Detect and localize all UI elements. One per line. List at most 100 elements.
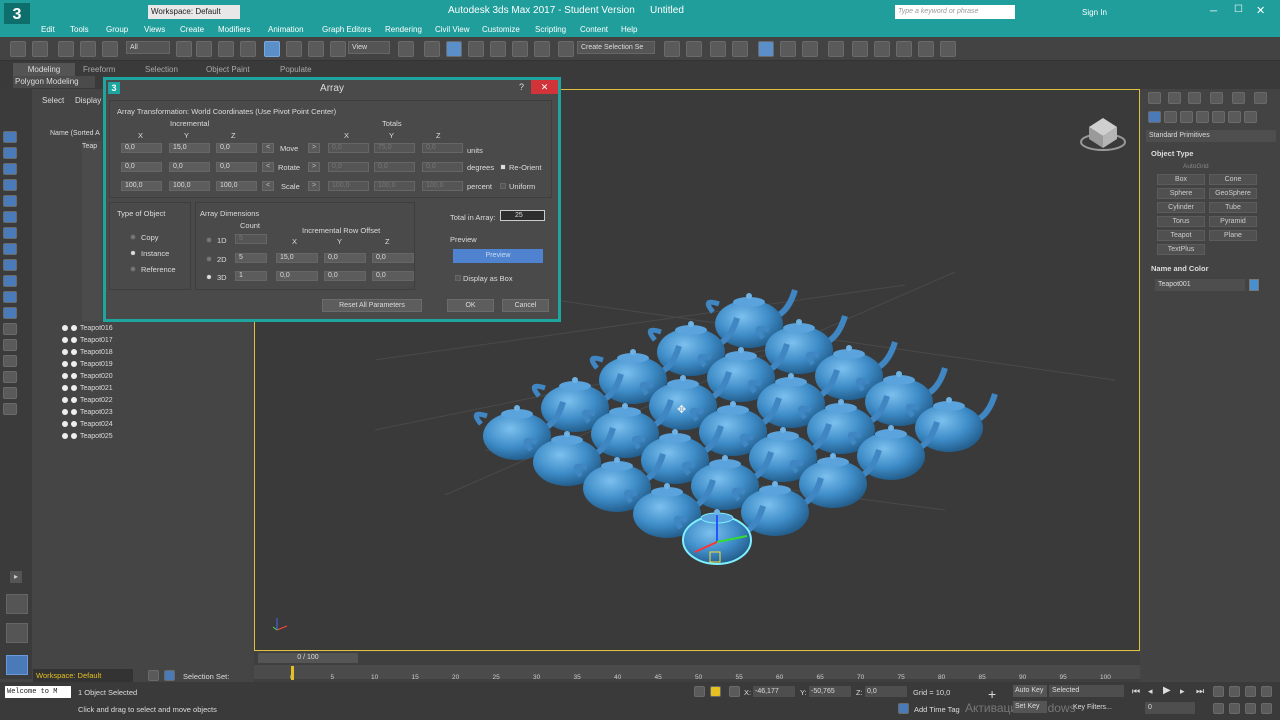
reorient-checkbox[interactable] — [500, 164, 506, 170]
render-toggle-icon[interactable] — [71, 337, 77, 344]
scene-list-item[interactable]: Teapot025 — [62, 431, 250, 443]
edit-named-selection-icon[interactable] — [558, 41, 574, 57]
rotate-left-arrow[interactable]: < — [262, 162, 274, 172]
key-filters-button[interactable]: Key Filters... — [1073, 704, 1112, 711]
scene-list-item[interactable]: Teapot020 — [62, 371, 250, 383]
visibility-eye-icon[interactable] — [62, 397, 68, 404]
dim-2d-radio[interactable] — [206, 256, 212, 262]
signin-link[interactable]: Sign In — [1082, 8, 1107, 17]
goto-end-icon[interactable]: ⏭ — [1196, 686, 1204, 697]
count-3d[interactable]: 1 — [235, 271, 267, 281]
cone-button[interactable]: Cone — [1209, 174, 1257, 185]
viewport-layout-active-icon[interactable] — [6, 655, 28, 675]
move-tot-z[interactable]: 0,0 — [422, 143, 463, 153]
reference-radio[interactable] — [130, 266, 136, 272]
menu-tools[interactable]: Tools — [70, 24, 89, 35]
zoom-icon[interactable] — [1213, 686, 1224, 697]
window-crossing-icon[interactable] — [240, 41, 256, 57]
menu-animation[interactable]: Animation — [268, 24, 304, 35]
bind-space-warp-icon[interactable] — [102, 41, 118, 57]
viewcube-icon[interactable] — [1080, 118, 1126, 151]
visibility-eye-icon[interactable] — [62, 361, 68, 368]
selection-filter-dropdown[interactable]: All — [126, 41, 170, 54]
scene-tab-select[interactable]: Select — [42, 96, 64, 105]
maximize-button[interactable]: ☐ — [1234, 4, 1243, 15]
sort-icon[interactable] — [3, 371, 17, 383]
display-tool-icon[interactable] — [3, 147, 17, 159]
count-1d[interactable]: 5 — [235, 234, 267, 244]
menu-content[interactable]: Content — [580, 24, 608, 35]
scene-list-item[interactable]: Teapot017 — [62, 335, 250, 347]
helper-filter-icon[interactable] — [3, 243, 17, 255]
visibility-eye-icon[interactable] — [62, 337, 68, 344]
minimize-button[interactable]: ─ — [1210, 6, 1217, 17]
menu-create[interactable]: Create — [180, 24, 204, 35]
ribbon-tab-populate[interactable]: Populate — [280, 65, 312, 74]
move-inc-y[interactable]: 15,0 — [169, 143, 210, 153]
viewport-layout-icon[interactable] — [6, 594, 28, 614]
render-toggle-icon[interactable] — [71, 409, 77, 416]
move-inc-z[interactable]: 0,0 — [216, 143, 257, 153]
rendered-frame-icon[interactable] — [874, 41, 890, 57]
zoom-all-icon[interactable] — [1229, 686, 1240, 697]
rectangle-selection-icon[interactable] — [218, 41, 234, 57]
rotate-inc-y[interactable]: 0,0 — [169, 162, 210, 172]
space-warps-icon[interactable] — [1228, 111, 1241, 123]
named-selection-dropdown[interactable]: Create Selection Se — [577, 41, 655, 54]
layer-explorer-icon[interactable] — [732, 41, 748, 57]
visibility-eye-icon[interactable] — [62, 409, 68, 416]
render-production-icon[interactable] — [896, 41, 912, 57]
render-toggle-icon[interactable] — [71, 433, 77, 440]
select-manipulate-icon[interactable] — [424, 41, 440, 57]
move-tot-x[interactable]: 0,0 — [328, 143, 369, 153]
move-left-arrow[interactable]: < — [262, 143, 274, 153]
hierarchy-panel-icon[interactable] — [1188, 92, 1201, 104]
redo-icon[interactable] — [32, 41, 48, 57]
rotate-right-arrow[interactable]: > — [308, 162, 320, 172]
reference-coordinate-dropdown[interactable]: View — [348, 41, 390, 54]
menu-scripting[interactable]: Scripting — [535, 24, 566, 35]
cancel-button[interactable]: Cancel — [502, 299, 549, 312]
curve-editor-icon[interactable] — [780, 41, 796, 57]
visibility-eye-icon[interactable] — [62, 421, 68, 428]
dim-3d-radio[interactable] — [206, 274, 212, 280]
scene-column-header[interactable]: Name (Sorted A — [50, 130, 100, 137]
visibility-eye-icon[interactable] — [62, 325, 68, 332]
object-color-swatch[interactable] — [1249, 279, 1259, 291]
filter-icon[interactable] — [3, 163, 17, 175]
textplus-button[interactable]: TextPlus — [1157, 244, 1205, 255]
next-frame-icon[interactable]: ▸ — [1180, 686, 1185, 697]
close-button[interactable]: ✕ — [1256, 4, 1265, 17]
shapes-icon[interactable] — [1164, 111, 1177, 123]
group-filter-icon[interactable] — [3, 275, 17, 287]
render-toggle-icon[interactable] — [71, 397, 77, 404]
menu-views[interactable]: Views — [144, 24, 165, 35]
render-toggle-icon[interactable] — [71, 361, 77, 368]
offset-2d-x[interactable]: 15,0 — [276, 253, 318, 263]
scale-tot-x[interactable]: 100,0 — [328, 181, 369, 191]
menu-help[interactable]: Help — [621, 24, 637, 35]
link-icon[interactable] — [58, 41, 74, 57]
set-key-button[interactable]: Set Key — [1013, 701, 1047, 713]
scale-right-arrow[interactable]: > — [308, 181, 320, 191]
modify-panel-icon[interactable] — [1168, 92, 1181, 104]
render-toggle-icon[interactable] — [71, 373, 77, 380]
render-setup-icon[interactable] — [852, 41, 868, 57]
scale-inc-x[interactable]: 100,0 — [121, 181, 162, 191]
spinner-snap-icon[interactable] — [534, 41, 550, 57]
visibility-eye-icon[interactable] — [62, 373, 68, 380]
scene-list-item[interactable]: Teapot016 — [62, 323, 250, 335]
absolute-mode-icon[interactable] — [729, 686, 740, 697]
scene-tab-display[interactable]: Display — [75, 96, 101, 105]
scene-list-item[interactable]: Teapot023 — [62, 407, 250, 419]
goto-start-icon[interactable]: ⏮ — [1132, 686, 1140, 697]
offset-3d-y[interactable]: 0,0 — [324, 271, 366, 281]
add-time-tag[interactable]: Add Time Tag — [914, 705, 960, 714]
object-type-rollout[interactable]: Object Type — [1151, 149, 1193, 158]
scale-tot-z[interactable]: 100,0 — [422, 181, 463, 191]
scale-left-arrow[interactable]: < — [262, 181, 274, 191]
menu-modifiers[interactable]: Modifiers — [218, 24, 250, 35]
plane-button[interactable]: Plane — [1209, 230, 1257, 241]
render-iterative-icon[interactable] — [918, 41, 934, 57]
utilities-panel-icon[interactable] — [1254, 92, 1267, 104]
